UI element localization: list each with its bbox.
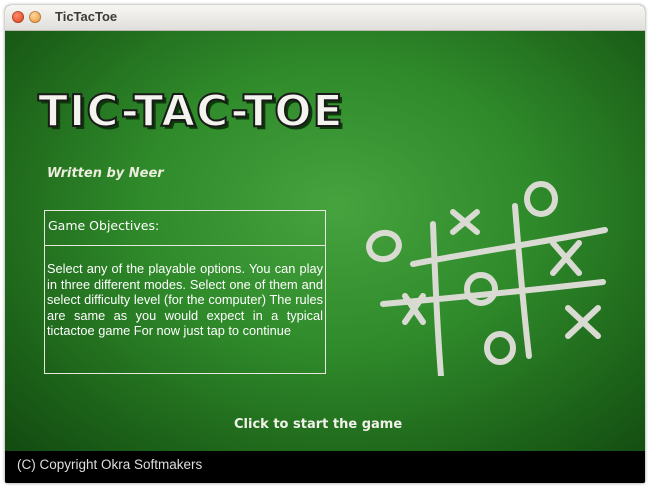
title-bar: TicTacToe (5, 5, 645, 31)
o-mark-icon (484, 331, 516, 365)
objectives-panel: Game Objectives: Select any of the playa… (44, 210, 326, 374)
copyright-text: (C) Copyright Okra Softmakers (17, 457, 203, 472)
start-game-button[interactable]: Click to start the game (234, 417, 402, 432)
author-subtitle: Written by Neer (47, 166, 164, 181)
grid-line (512, 203, 532, 359)
x-mark-icon (565, 305, 601, 339)
footer-bar: (C) Copyright Okra Softmakers (5, 451, 645, 483)
close-window-button[interactable] (12, 11, 24, 23)
minimize-window-button[interactable] (29, 11, 41, 23)
objectives-text: Select any of the playable options. You … (47, 261, 323, 338)
o-mark-icon (366, 229, 402, 263)
objectives-header: Game Objectives: (45, 211, 325, 246)
o-mark-icon (524, 181, 558, 217)
window-title: TicTacToe (55, 9, 118, 24)
app-window: TicTacToe TIC-TAC-TOE Written by Neer Ga… (5, 5, 645, 483)
game-logo-title: TIC-TAC-TOE (37, 85, 344, 138)
o-mark-icon (464, 272, 498, 306)
objectives-heading: Game Objectives: (48, 218, 160, 233)
x-mark-icon (450, 209, 480, 235)
game-screen[interactable]: TIC-TAC-TOE Written by Neer Game Objecti… (5, 31, 645, 451)
tictactoe-board-illustration (366, 181, 608, 376)
x-mark-icon (550, 240, 582, 276)
